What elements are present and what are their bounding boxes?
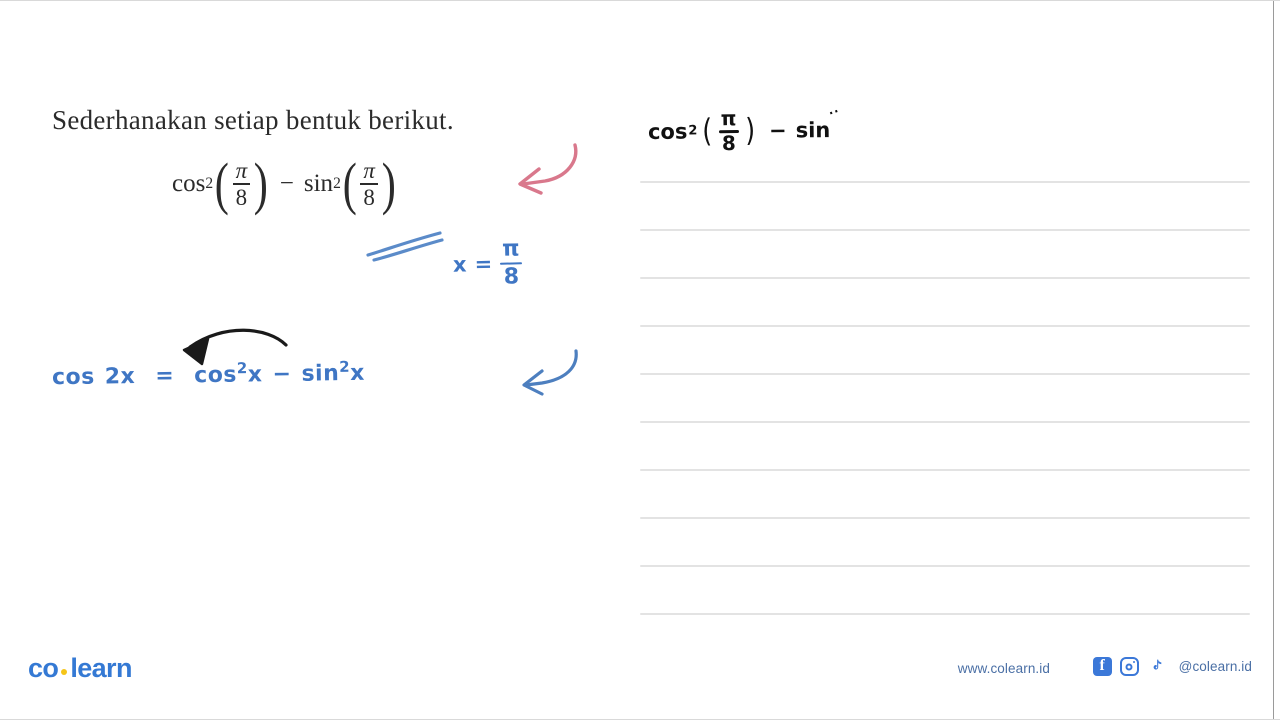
answer-function-1: cos xyxy=(647,119,688,145)
identity-rhs-exponent-1: 2 xyxy=(236,359,248,378)
answer-operator: − xyxy=(768,118,787,143)
left-paren-2: ( xyxy=(342,150,357,216)
identity-lhs-argument: 2x xyxy=(104,364,136,390)
identity-rhs-operator: − xyxy=(272,361,292,388)
left-paren-1: ( xyxy=(214,150,229,216)
answer-right-paren: ) xyxy=(744,112,755,149)
answer-denominator: 8 xyxy=(721,130,736,155)
page-right-edge xyxy=(1273,1,1274,719)
sin-function-label: sin xyxy=(303,170,334,198)
right-paren-2: ) xyxy=(381,150,396,216)
fraction-denominator: 8 xyxy=(235,184,248,210)
answer-left-paren: ( xyxy=(702,112,713,150)
answer-fraction: π 8 xyxy=(718,106,739,155)
substitution-denominator: 8 xyxy=(503,264,520,291)
substitution-fraction: π 8 xyxy=(500,236,523,291)
blue-curved-arrow-icon xyxy=(512,345,586,401)
substitution-variable: x xyxy=(452,252,467,277)
annotation-identity: cos 2x = cos2x − sin2x xyxy=(51,357,366,391)
tiktok-icon[interactable] xyxy=(1147,657,1166,676)
answer-panel[interactable]: cos 2 ( π 8 ) − sin ·· xyxy=(600,1,1272,641)
rule-line xyxy=(640,373,1250,375)
identity-rhs-function-2: sin xyxy=(301,361,340,387)
tiktok-glyph xyxy=(1153,659,1161,670)
fraction-numerator: π xyxy=(363,158,375,183)
rule-line xyxy=(640,325,1250,327)
answer-function-2: sin xyxy=(795,118,831,143)
identity-rhs-variable-2: x xyxy=(350,360,366,387)
fraction-pi-over-8-2: π 8 xyxy=(360,159,378,209)
fraction-pi-over-8-1: π 8 xyxy=(232,158,251,210)
annotation-substitution: x = π 8 xyxy=(452,236,523,291)
logo-text-learn: learn xyxy=(70,653,132,683)
rule-line xyxy=(640,613,1250,615)
facebook-icon[interactable]: f xyxy=(1092,657,1112,676)
rule-line xyxy=(640,469,1250,471)
social-links: f @colearn.id xyxy=(1092,657,1252,676)
identity-rhs-function-1: cos xyxy=(194,362,238,389)
rule-line xyxy=(640,421,1250,423)
fraction-denominator: 8 xyxy=(363,184,375,210)
rule-line xyxy=(640,229,1250,231)
question-panel: Sederhanakan setiap bentuk berikut. cos 2… xyxy=(0,1,600,641)
identity-equals: = xyxy=(155,363,175,389)
question-instruction: Sederhanakan setiap bentuk berikut. xyxy=(52,105,454,135)
rule-line xyxy=(640,565,1250,567)
social-handle[interactable]: @colearn.id xyxy=(1179,659,1252,674)
logo-text-co: co xyxy=(28,653,59,683)
answer-numerator: π xyxy=(720,106,737,131)
right-paren-1: ) xyxy=(253,150,269,216)
page-footer: co learn www.colearn.id f @colearn.id xyxy=(0,639,1280,719)
colearn-logo[interactable]: co learn xyxy=(28,653,132,684)
substitution-numerator: π xyxy=(501,236,520,262)
cos-function-label: cos xyxy=(172,170,206,198)
answer-function-2-group: sin ·· xyxy=(795,104,842,143)
fraction-numerator: π xyxy=(235,158,248,183)
instagram-icon[interactable] xyxy=(1119,657,1139,676)
rule-line xyxy=(640,277,1250,279)
worksheet-page: Sederhanakan setiap bentuk berikut. cos 2… xyxy=(0,0,1280,720)
blue-underline-double-icon xyxy=(364,227,448,263)
identity-rhs-variable-1: x xyxy=(247,362,263,388)
logo-dot-icon xyxy=(61,668,68,675)
website-url[interactable]: www.colearn.id xyxy=(958,661,1050,676)
rule-line xyxy=(640,517,1250,519)
question-expression: cos 2 ( π 8 ) − sin 2 ( π 8 ) xyxy=(172,150,396,216)
substitution-equals: = xyxy=(474,252,493,277)
minus-operator: − xyxy=(279,170,294,198)
identity-rhs-exponent-2: 2 xyxy=(339,357,351,376)
pink-curved-arrow-icon xyxy=(505,139,585,201)
answer-handwriting: cos 2 ( π 8 ) − sin ·· xyxy=(647,104,842,155)
identity-lhs-function: cos xyxy=(51,364,95,391)
rule-line xyxy=(640,181,1250,183)
